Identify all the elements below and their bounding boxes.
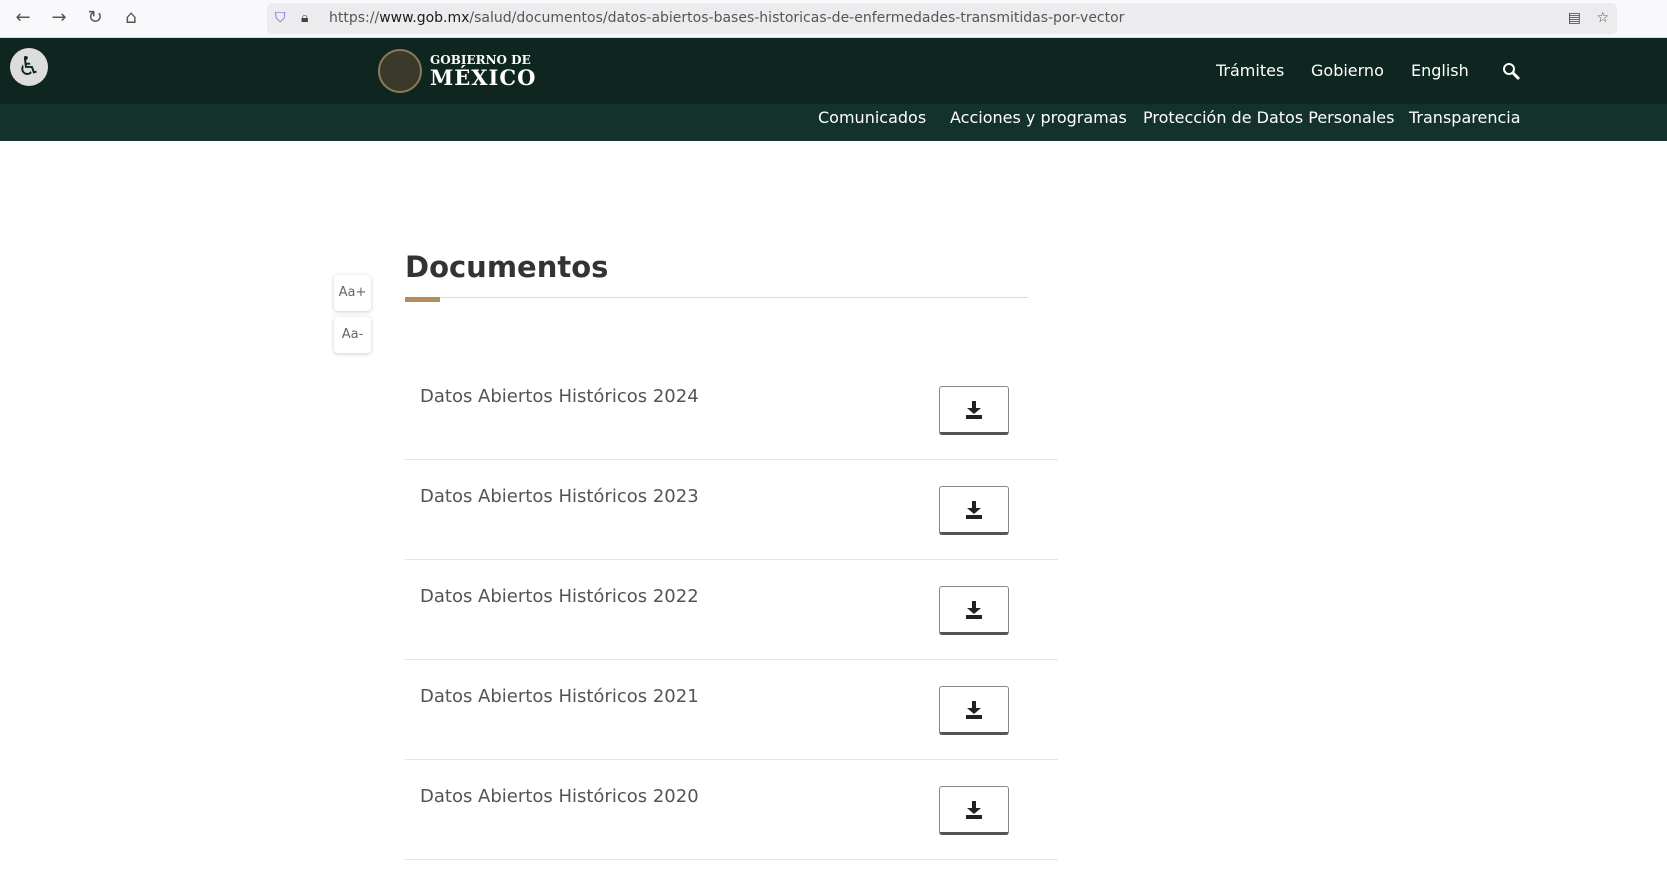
shield-icon: ⛉	[275, 10, 286, 26]
nav-english[interactable]: English	[1411, 61, 1469, 80]
subnav-proteccion-datos[interactable]: Protección de Datos Personales	[1143, 108, 1394, 127]
forward-icon[interactable]: →	[47, 7, 71, 28]
title-divider	[405, 297, 1028, 298]
download-icon	[966, 400, 982, 419]
bookmark-star-icon[interactable]: ☆	[1596, 3, 1609, 34]
subnav-acciones[interactable]: Acciones y programas	[950, 108, 1127, 127]
document-label[interactable]: Datos Abiertos Históricos 2021	[420, 686, 699, 707]
download-button[interactable]	[939, 686, 1009, 735]
back-icon[interactable]: ←	[11, 7, 35, 28]
gobierno-logo[interactable]: GOBIERNO DE MÉXICO	[378, 49, 536, 93]
download-button[interactable]	[939, 486, 1009, 535]
page-title: Documentos	[405, 250, 609, 284]
nav-tramites[interactable]: Trámites	[1216, 61, 1284, 80]
document-row: Datos Abiertos Históricos 2023	[405, 460, 1058, 560]
home-icon[interactable]: ⌂	[119, 7, 143, 28]
reload-icon[interactable]: ↻	[83, 7, 107, 28]
document-row: Datos Abiertos Históricos 2022	[405, 560, 1058, 660]
url-path: /salud/documentos/datos-abiertos-bases-h…	[469, 10, 1125, 26]
seal-icon	[378, 49, 422, 93]
title-accent-bar	[405, 297, 440, 302]
font-decrease-button[interactable]: Aa-	[334, 317, 371, 353]
search-icon[interactable]	[1502, 62, 1522, 82]
download-icon	[966, 800, 982, 819]
address-bar[interactable]: ⛉ 🔒︎ https://www.gob.mx/salud/documentos…	[267, 3, 1617, 34]
reader-view-icon[interactable]: ▤	[1568, 3, 1581, 34]
document-row: Datos Abiertos Históricos 2021	[405, 660, 1058, 760]
document-label[interactable]: Datos Abiertos Históricos 2023	[420, 486, 699, 507]
accessibility-icon[interactable]: ♿︎	[10, 48, 48, 86]
nav-gobierno[interactable]: Gobierno	[1311, 61, 1384, 80]
lock-icon: 🔒︎	[301, 10, 309, 26]
url-host: www.gob.mx	[379, 10, 470, 26]
font-increase-button[interactable]: Aa+	[334, 275, 371, 311]
download-button[interactable]	[939, 586, 1009, 635]
download-button[interactable]	[939, 786, 1009, 835]
download-icon	[966, 600, 982, 619]
url-prefix: https://	[329, 10, 380, 26]
download-icon	[966, 700, 982, 719]
subnav-comunicados[interactable]: Comunicados	[818, 108, 926, 127]
document-row: Datos Abiertos Históricos 2024	[405, 360, 1058, 460]
browser-toolbar: ← → ↻ ⌂ ⛉ 🔒︎ https://www.gob.mx/salud/do…	[0, 0, 1667, 38]
document-label[interactable]: Datos Abiertos Históricos 2022	[420, 586, 699, 607]
document-row: Datos Abiertos Históricos 2020	[405, 760, 1058, 860]
logo-line2: MÉXICO	[430, 65, 537, 90]
subnav-transparencia[interactable]: Transparencia	[1409, 108, 1521, 127]
document-label[interactable]: Datos Abiertos Históricos 2024	[420, 386, 699, 407]
document-label[interactable]: Datos Abiertos Históricos 2020	[420, 786, 699, 807]
download-button[interactable]	[939, 386, 1009, 435]
download-icon	[966, 500, 982, 519]
